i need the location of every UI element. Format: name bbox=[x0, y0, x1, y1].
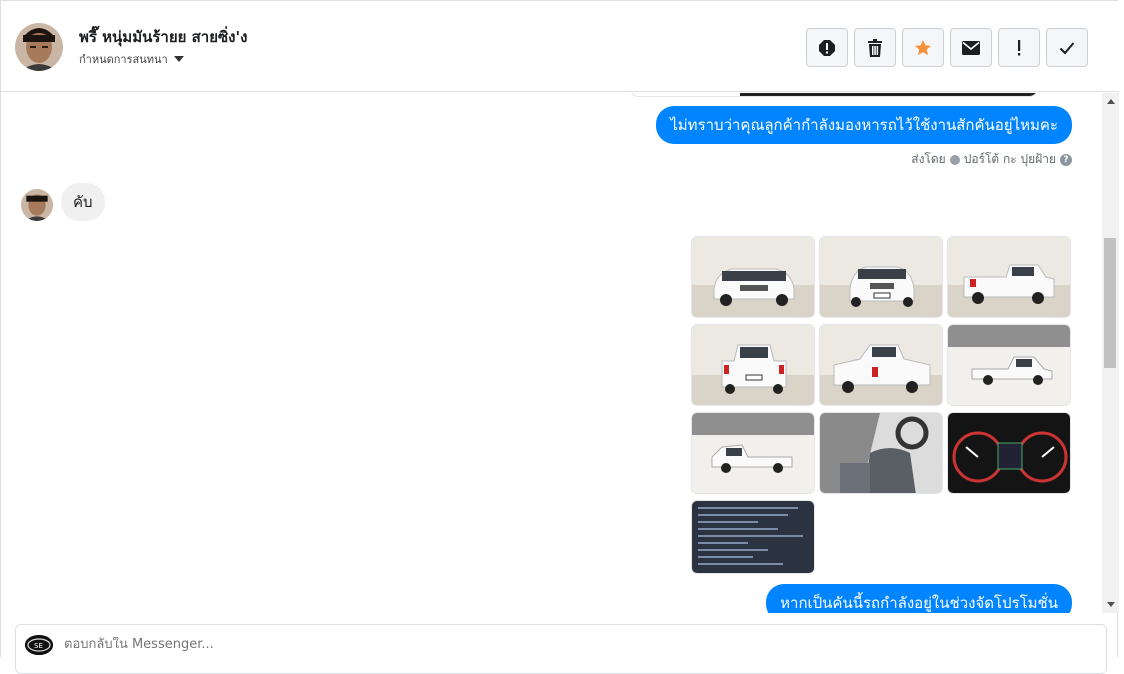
delete-button[interactable] bbox=[854, 28, 896, 67]
mark-unread-button[interactable] bbox=[950, 28, 992, 67]
important-button[interactable] bbox=[998, 28, 1040, 67]
sent-by-name: ปอร์โต้ กะ ปุยฝ้าย bbox=[963, 152, 1056, 166]
assign-label: กำหนดการสนทนา bbox=[79, 53, 168, 66]
conversation-header: พรี๊ หนุ่มมันร้ายย สายซิ่ง'ง กำหนดการสนท… bbox=[1, 0, 1118, 92]
sent-by-prefix: ส่งโดย bbox=[911, 152, 946, 166]
previous-attachment[interactable] bbox=[629, 93, 1039, 97]
trash-icon bbox=[868, 38, 882, 57]
car-interior-thumbnail[interactable] bbox=[819, 412, 943, 494]
star-button[interactable] bbox=[902, 28, 944, 67]
sent-by-info: ส่งโดย ปอร์โต้ กะ ปุยฝ้าย ? bbox=[911, 150, 1072, 169]
car-photo-thumbnail[interactable] bbox=[819, 324, 943, 406]
caret-down-icon bbox=[173, 56, 184, 62]
outgoing-message[interactable]: หากเป็นคันนี้รถกำลังอยู่ในช่วงจัดโปรโมชั… bbox=[766, 584, 1072, 613]
envelope-icon bbox=[962, 40, 980, 55]
car-photo-thumbnail[interactable] bbox=[947, 236, 1071, 318]
verified-dot-icon bbox=[949, 154, 960, 165]
conversation-scrollbar[interactable] bbox=[1102, 93, 1119, 613]
conversation-toolbar bbox=[806, 28, 1088, 67]
assign-conversation-dropdown[interactable]: กำหนดการสนทนา bbox=[79, 50, 184, 68]
scroll-thumb[interactable] bbox=[1104, 238, 1116, 368]
car-photo-thumbnail[interactable] bbox=[691, 324, 815, 406]
report-icon bbox=[819, 39, 835, 56]
dashboard-gauge-thumbnail[interactable] bbox=[947, 412, 1071, 494]
scroll-down-icon[interactable] bbox=[1107, 602, 1115, 607]
reply-input[interactable] bbox=[64, 637, 964, 652]
car-photo-thumbnail[interactable] bbox=[819, 236, 943, 318]
contact-name: พรี๊ หนุ่มมันร้ายย สายซิ่ง'ง bbox=[79, 28, 248, 46]
contact-avatar-small[interactable] bbox=[21, 189, 53, 221]
message-list[interactable]: ไม่ทราบว่าคุณลูกค้ากำลังมองหารถไว้ใช้งาน… bbox=[1, 93, 1101, 613]
svg-text:SE: SE bbox=[34, 642, 43, 650]
scroll-up-icon[interactable] bbox=[1107, 99, 1115, 104]
contact-avatar[interactable] bbox=[15, 23, 63, 71]
car-photo-thumbnail[interactable] bbox=[947, 324, 1071, 406]
check-icon bbox=[1059, 41, 1075, 54]
star-icon bbox=[915, 39, 931, 55]
car-photo-thumbnail[interactable] bbox=[691, 412, 815, 494]
spec-sheet-thumbnail[interactable] bbox=[691, 500, 815, 574]
incoming-message[interactable]: คับ bbox=[61, 183, 105, 221]
conversation-window: พรี๊ หนุ่มมันร้ายย สายซิ่ง'ง กำหนดการสนท… bbox=[0, 0, 1119, 674]
outgoing-message[interactable]: ไม่ทราบว่าคุณลูกค้ากำลังมองหารถไว้ใช้งาน… bbox=[656, 106, 1072, 144]
car-photo-thumbnail[interactable] bbox=[691, 236, 815, 318]
page-avatar: SE bbox=[25, 635, 53, 655]
help-icon[interactable]: ? bbox=[1060, 153, 1072, 166]
done-button[interactable] bbox=[1046, 28, 1088, 67]
reply-composer: SE bbox=[15, 624, 1107, 674]
exclamation-icon bbox=[1018, 39, 1021, 55]
report-button[interactable] bbox=[806, 28, 848, 67]
